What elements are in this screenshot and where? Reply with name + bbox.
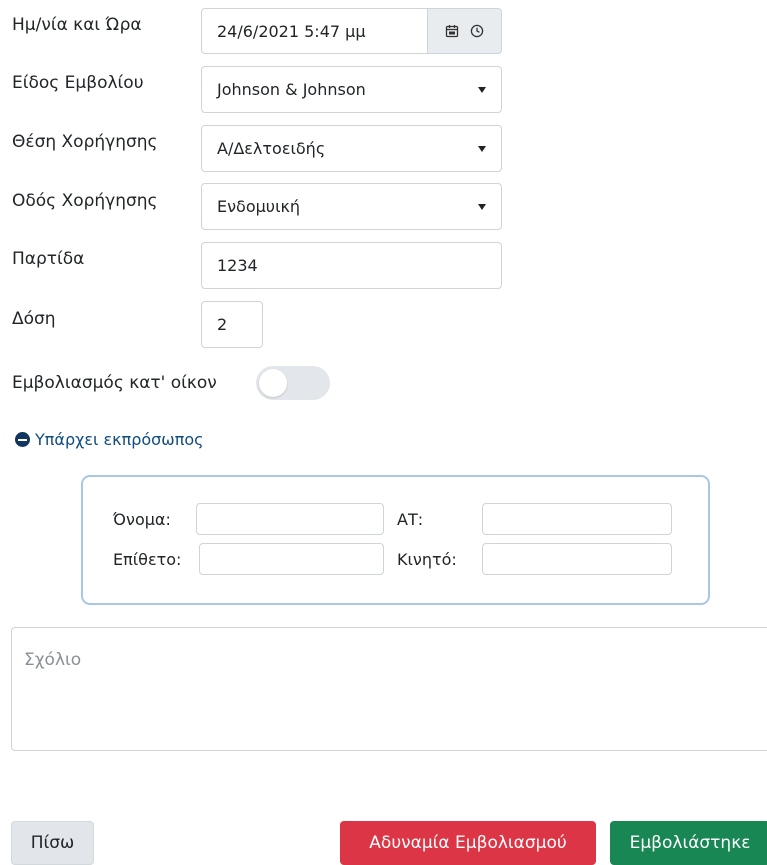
- datetime-input[interactable]: 24/6/2021 5:47 μμ: [201, 8, 428, 54]
- representative-toggle-label: Υπάρχει εκπρόσωπος: [35, 430, 204, 449]
- clock-icon[interactable]: [470, 24, 484, 38]
- vaccine-type-label: Είδος Εμβολίου: [12, 73, 144, 93]
- last-name-field[interactable]: [199, 543, 384, 575]
- chevron-down-icon: [478, 145, 486, 152]
- back-button[interactable]: Πίσω: [11, 821, 94, 865]
- vaccine-type-value: Johnson & Johnson: [217, 80, 366, 99]
- vaccine-type-select[interactable]: Johnson & Johnson: [201, 66, 502, 113]
- mobile-field[interactable]: [482, 543, 672, 575]
- administration-route-value: Ενδομυική: [217, 197, 301, 216]
- unable-to-vaccinate-button[interactable]: Αδυναμία Εμβολιασμού: [340, 821, 596, 865]
- administration-route-select[interactable]: Ενδομυική: [201, 183, 502, 230]
- home-vaccination-label: Εμβολιασμός κατ' οίκον: [12, 373, 217, 393]
- comment-textarea[interactable]: Σχόλιο: [11, 627, 767, 751]
- administration-site-value: Α/Δελτοειδής: [217, 139, 326, 158]
- vaccinated-button[interactable]: Εμβολιάστηκε: [610, 821, 767, 865]
- minus-circle-icon: [15, 432, 30, 447]
- batch-label: Παρτίδα: [12, 249, 85, 269]
- batch-input[interactable]: 1234: [201, 242, 502, 289]
- representative-panel: Όνομα: ΑΤ: Επίθετο: Κινητό:: [81, 475, 710, 605]
- datetime-addon: [428, 8, 502, 54]
- first-name-label: Όνομα:: [113, 510, 171, 529]
- dose-input[interactable]: 2: [201, 301, 263, 348]
- administration-site-select[interactable]: Α/Δελτοειδής: [201, 125, 502, 172]
- datetime-label: Ημ/νία και Ώρα: [12, 15, 142, 35]
- dose-label: Δόση: [12, 309, 56, 329]
- last-name-label: Επίθετο:: [113, 550, 182, 569]
- batch-value: 1234: [217, 256, 258, 275]
- representative-toggle-link[interactable]: Υπάρχει εκπρόσωπος: [14, 430, 204, 449]
- chevron-down-icon: [478, 203, 486, 210]
- id-field[interactable]: [482, 503, 672, 535]
- first-name-field[interactable]: [196, 503, 384, 535]
- toggle-knob: [259, 369, 287, 397]
- id-label: ΑΤ:: [397, 510, 424, 529]
- chevron-down-icon: [478, 86, 486, 93]
- administration-site-label: Θέση Χορήγησης: [12, 132, 158, 152]
- datetime-value: 24/6/2021 5:47 μμ: [217, 21, 366, 41]
- dose-value: 2: [217, 315, 228, 334]
- administration-route-label: Οδός Χορήγησης: [12, 191, 158, 211]
- calendar-icon[interactable]: [445, 24, 459, 38]
- comment-placeholder: Σχόλιο: [24, 650, 82, 670]
- home-vaccination-toggle[interactable]: [256, 366, 330, 400]
- mobile-label: Κινητό:: [397, 550, 457, 569]
